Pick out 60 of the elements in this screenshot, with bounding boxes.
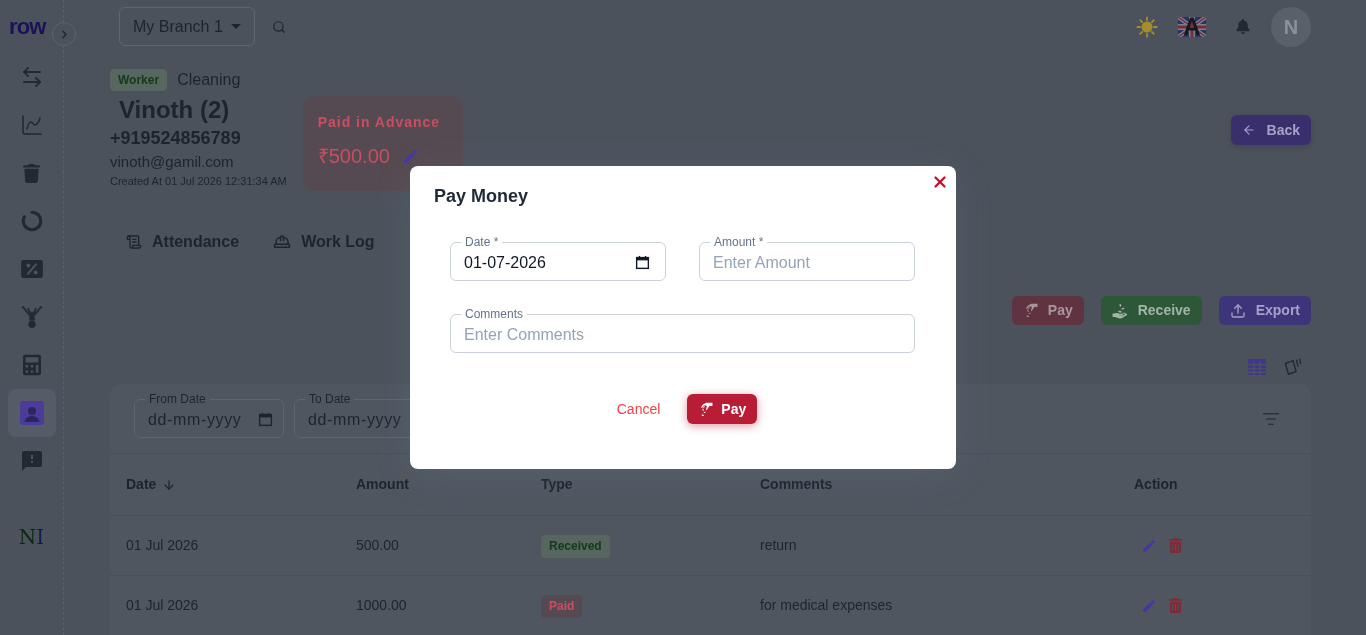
comment-field[interactable]: Comments Enter Comments xyxy=(450,308,915,353)
flag-icon xyxy=(1178,16,1206,37)
delete-button[interactable] xyxy=(1169,598,1182,613)
amount-input[interactable]: Enter Amount xyxy=(713,250,899,275)
edit-button[interactable] xyxy=(1141,537,1157,554)
sprout-icon xyxy=(20,305,43,329)
partner-logo[interactable]: NI xyxy=(18,523,45,551)
scroll-icon xyxy=(126,234,142,250)
discount-tag-icon xyxy=(20,260,43,278)
edit-button[interactable] xyxy=(1141,597,1157,614)
dialog-title: Pay Money xyxy=(434,185,529,208)
close-icon xyxy=(931,173,949,191)
trash-icon xyxy=(23,163,40,183)
type-badge: Received xyxy=(541,534,610,558)
sun-icon[interactable] xyxy=(1136,15,1158,38)
cards-icon xyxy=(1284,358,1302,376)
expand-sidebar-button[interactable] xyxy=(52,22,76,46)
pencil-icon xyxy=(1141,537,1157,554)
close-button[interactable] xyxy=(931,173,949,191)
role-badge: Worker xyxy=(110,69,168,91)
table-grid-icon xyxy=(1248,359,1266,375)
field-label: Date * xyxy=(464,236,500,248)
caret-down-icon xyxy=(230,24,241,29)
hand-coins-icon xyxy=(698,401,714,417)
cancel-button[interactable]: Cancel xyxy=(608,394,669,424)
balance-amount: ₹500.00 xyxy=(317,144,390,168)
upload-icon xyxy=(1229,302,1246,319)
contact-card-icon xyxy=(19,401,44,425)
feedback-icon xyxy=(19,449,44,473)
brand-logo[interactable]: row xyxy=(9,14,46,39)
pencil-icon xyxy=(1141,597,1157,614)
language-button[interactable]: A xyxy=(1178,16,1206,37)
amount-field[interactable]: Amount * Enter Amount xyxy=(699,236,915,281)
pay-button[interactable]: Pay xyxy=(1011,296,1084,325)
date-field[interactable]: Date * 01-07-2026 xyxy=(450,236,666,281)
line-chart-icon xyxy=(19,113,44,137)
field-label: Amount * xyxy=(713,236,765,248)
field-label: Comments xyxy=(464,308,524,320)
trash-icon xyxy=(1169,598,1182,613)
receive-button[interactable]: Receive xyxy=(1100,296,1202,325)
table-view-toggle[interactable] xyxy=(1248,358,1266,376)
ring-icon xyxy=(20,210,43,232)
export-button[interactable]: Export xyxy=(1218,296,1311,325)
bell-icon[interactable] xyxy=(1236,19,1250,34)
calculator-icon xyxy=(22,354,41,376)
cards-view-toggle[interactable] xyxy=(1284,358,1302,376)
pay-submit-button[interactable]: Pay xyxy=(687,394,758,424)
hand-receiving-icon xyxy=(1111,302,1128,319)
comment-input[interactable]: Enter Comments xyxy=(464,322,899,347)
sidebar-item[interactable] xyxy=(7,389,56,437)
search-icon[interactable] xyxy=(272,19,286,34)
pencil-icon[interactable] xyxy=(401,147,419,165)
delete-button[interactable] xyxy=(1169,538,1182,553)
back-button[interactable]: Back xyxy=(1230,115,1311,145)
hard-hat-icon xyxy=(273,233,292,251)
trash-icon xyxy=(1169,538,1182,553)
calendar-icon[interactable] xyxy=(635,255,650,270)
type-badge: Paid xyxy=(541,594,583,618)
date-input[interactable]: 01-07-2026 xyxy=(464,250,635,275)
balance-label: Paid in Advance xyxy=(317,113,442,131)
